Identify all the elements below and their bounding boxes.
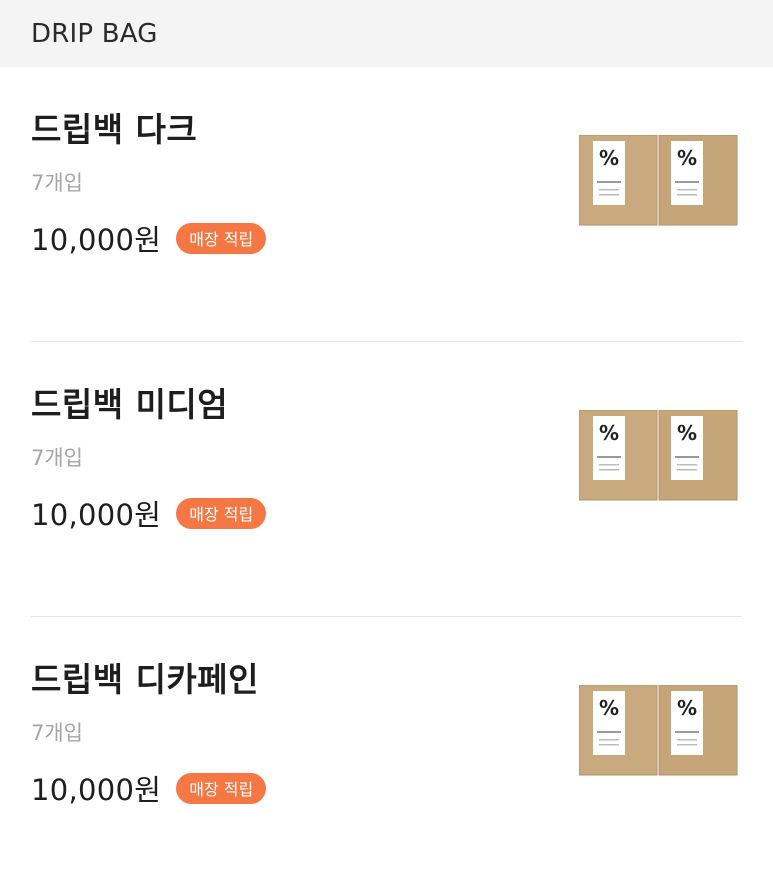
product-item-dark[interactable]: 드립백 다크 7개입 10,000원 매장 적립 % % [0,67,773,342]
store-points-badge: 매장 적립 [176,497,267,529]
product-price: 10,000원 [31,223,162,257]
price-row: 10,000원 매장 적립 [31,767,267,809]
svg-text:%: % [599,146,619,170]
store-points-badge: 매장 적립 [176,772,267,804]
store-points-badge: 매장 적립 [176,222,267,254]
product-name: 드립백 디카페인 [31,660,260,699]
product-quantity: 7개입 [31,171,84,195]
svg-text:%: % [677,421,697,445]
product-price: 10,000원 [31,773,162,807]
price-row: 10,000원 매장 적립 [31,492,267,534]
product-item-medium[interactable]: 드립백 미디엄 7개입 10,000원 매장 적립 % % [0,342,773,617]
drip-bag-box-image: % % [579,135,739,227]
svg-text:%: % [599,421,619,445]
product-quantity: 7개입 [31,721,84,745]
product-name: 드립백 미디엄 [31,385,229,424]
product-list: 드립백 다크 7개입 10,000원 매장 적립 % % 드립백 미디엄 7개입… [0,67,773,892]
svg-text:%: % [677,696,697,720]
svg-text:%: % [677,146,697,170]
product-item-decaf[interactable]: 드립백 디카페인 7개입 10,000원 매장 적립 % % [0,617,773,892]
section-title: DRIP BAG [31,18,158,49]
price-row: 10,000원 매장 적립 [31,217,267,259]
product-quantity: 7개입 [31,446,84,470]
section-header: DRIP BAG [0,0,773,67]
product-price: 10,000원 [31,498,162,532]
svg-text:%: % [599,696,619,720]
drip-bag-box-image: % % [579,410,739,502]
drip-bag-box-image: % % [579,685,739,777]
product-name: 드립백 다크 [31,110,198,149]
